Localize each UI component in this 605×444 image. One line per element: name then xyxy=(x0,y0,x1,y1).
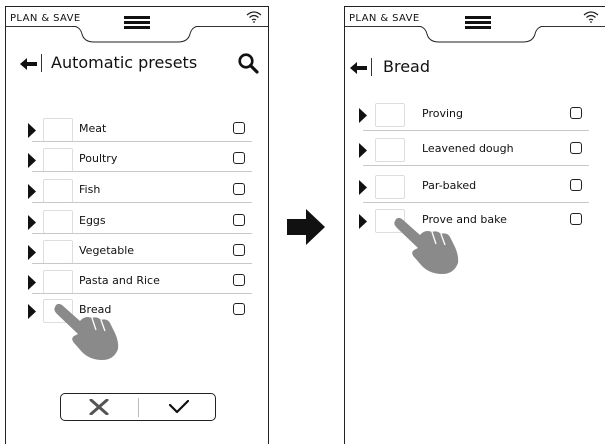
preset-thumbnail xyxy=(43,210,73,234)
confirm-button[interactable] xyxy=(139,394,215,420)
preset-thumbnail xyxy=(375,103,405,127)
preset-label: Pasta and Rice xyxy=(79,274,160,287)
preset-label: Proving xyxy=(422,107,463,120)
preset-thumbnail xyxy=(43,118,73,142)
preset-thumbnail xyxy=(43,240,73,264)
triangle-right-icon[interactable] xyxy=(359,214,367,229)
back-arrow-icon[interactable] xyxy=(349,61,371,75)
preset-checkbox[interactable] xyxy=(570,179,582,191)
triangle-right-icon[interactable] xyxy=(359,143,367,158)
back-arrow-icon[interactable] xyxy=(19,57,41,71)
row-divider xyxy=(32,141,252,142)
triangle-right-icon[interactable] xyxy=(359,108,367,123)
triangle-right-icon[interactable] xyxy=(28,304,36,319)
preset-row[interactable]: Eggs xyxy=(28,209,258,239)
preset-label: Vegetable xyxy=(79,244,135,257)
preset-checkbox[interactable] xyxy=(570,107,582,119)
hamburger-menu-icon[interactable] xyxy=(465,16,491,30)
triangle-right-icon[interactable] xyxy=(28,153,36,168)
preset-thumbnail xyxy=(43,179,73,203)
phone-screen-automatic-presets: PLAN & SAVE Automatic presets Meat Poultr… xyxy=(5,6,269,444)
preset-row[interactable]: Pasta and Rice xyxy=(28,269,258,299)
preset-label: Poultry xyxy=(79,152,118,165)
preset-checkbox[interactable] xyxy=(570,213,582,225)
hand-pointer-icon xyxy=(54,303,119,360)
preset-row[interactable]: Poultry xyxy=(28,147,258,177)
preset-label: Par-baked xyxy=(422,179,477,192)
preset-row[interactable]: Par-baked xyxy=(359,174,595,204)
preset-label: Fish xyxy=(79,183,101,196)
x-icon xyxy=(89,399,109,415)
triangle-right-icon[interactable] xyxy=(28,215,36,230)
header-divider xyxy=(41,54,42,72)
app-name: PLAN & SAVE xyxy=(349,13,420,24)
triangle-right-icon[interactable] xyxy=(359,180,367,195)
checkmark-icon xyxy=(169,400,189,414)
preset-checkbox[interactable] xyxy=(233,122,245,134)
triangle-right-icon[interactable] xyxy=(28,123,36,138)
preset-thumbnail xyxy=(43,270,73,294)
search-icon[interactable] xyxy=(237,52,259,74)
preset-checkbox[interactable] xyxy=(233,303,245,315)
preset-row[interactable]: Vegetable xyxy=(28,239,258,269)
page-title: Bread xyxy=(383,57,431,76)
app-name: PLAN & SAVE xyxy=(10,13,81,24)
preset-checkbox[interactable] xyxy=(570,142,582,154)
preset-thumbnail xyxy=(375,138,405,162)
preset-thumbnail xyxy=(375,175,405,199)
row-divider xyxy=(32,233,252,234)
page-title: Automatic presets xyxy=(51,53,198,72)
row-divider xyxy=(32,263,252,264)
preset-label: Meat xyxy=(79,122,107,135)
preset-checkbox[interactable] xyxy=(233,274,245,286)
triangle-right-icon[interactable] xyxy=(28,245,36,260)
header: Bread xyxy=(345,53,605,83)
preset-checkbox[interactable] xyxy=(233,244,245,256)
wifi-icon xyxy=(583,11,599,23)
cancel-button[interactable] xyxy=(61,394,138,420)
preset-row[interactable]: Leavened dough xyxy=(359,137,595,167)
header-divider xyxy=(371,58,372,76)
hamburger-menu-icon[interactable] xyxy=(124,16,150,30)
preset-checkbox[interactable] xyxy=(233,214,245,226)
preset-row[interactable]: Proving xyxy=(359,102,595,132)
phone-screen-bread: PLAN & SAVE Bread Proving Leavened dough P… xyxy=(344,6,605,444)
preset-row[interactable]: Fish xyxy=(28,178,258,208)
row-divider xyxy=(363,165,589,166)
action-bar xyxy=(60,393,216,421)
wifi-icon xyxy=(246,11,262,23)
header: Automatic presets xyxy=(6,47,268,77)
preset-checkbox[interactable] xyxy=(233,152,245,164)
row-divider xyxy=(363,130,589,131)
preset-row[interactable]: Meat xyxy=(28,117,258,147)
preset-label: Leavened dough xyxy=(422,142,514,155)
right-arrow-icon xyxy=(287,209,325,245)
preset-thumbnail xyxy=(43,148,73,172)
row-divider xyxy=(363,202,589,203)
preset-label: Eggs xyxy=(79,214,106,227)
triangle-right-icon[interactable] xyxy=(28,275,36,290)
triangle-right-icon[interactable] xyxy=(28,184,36,199)
row-divider xyxy=(32,202,252,203)
hand-pointer-icon xyxy=(394,217,459,274)
row-divider xyxy=(32,171,252,172)
row-divider xyxy=(32,293,252,294)
preset-checkbox[interactable] xyxy=(233,183,245,195)
